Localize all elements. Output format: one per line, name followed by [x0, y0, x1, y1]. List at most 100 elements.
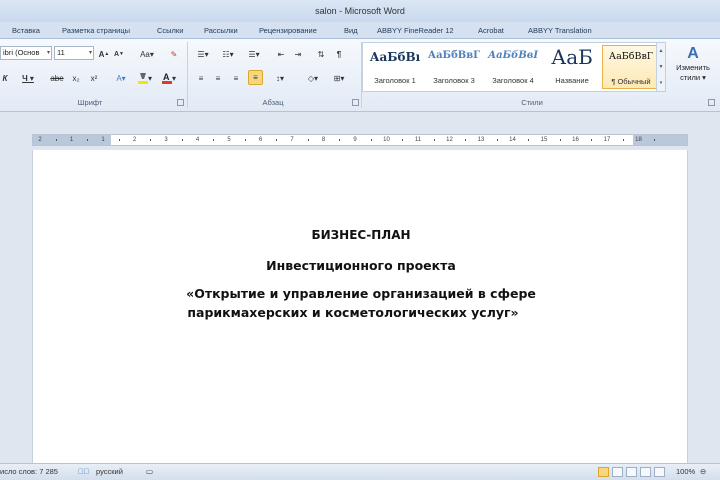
draft-view-button[interactable]: [654, 467, 665, 477]
paragraph-dialog-launcher-icon[interactable]: [352, 99, 359, 106]
styles-group-label: Стили: [521, 98, 543, 107]
text-effects-icon[interactable]: A▾: [113, 71, 129, 85]
font-size-combo[interactable]: 11 ▾: [54, 46, 94, 60]
highlight-swatch: [137, 81, 148, 84]
numbering-icon[interactable]: ☷▾: [218, 47, 238, 61]
style-heading-1[interactable]: АаБбВı Заголовок 1: [366, 45, 424, 89]
clear-formatting-icon[interactable]: ✎: [168, 47, 180, 61]
style-name: Заголовок 3: [433, 76, 475, 85]
outline-view-button[interactable]: [640, 467, 651, 477]
macro-record-icon[interactable]: ▭: [146, 464, 153, 480]
ruler-tick: [465, 139, 467, 141]
increase-indent-icon[interactable]: ⇥: [292, 47, 304, 61]
style-title[interactable]: АаБ Название: [543, 45, 601, 89]
tab-page-layout[interactable]: Разметка страницы: [62, 22, 130, 39]
ruler-tick: [496, 139, 498, 141]
doc-heading: БИЗНЕС-ПЛАН: [311, 228, 411, 242]
style-normal[interactable]: АаБбВвГ ¶ Обычный: [602, 45, 660, 89]
highlight-icon[interactable]: ▾: [136, 71, 154, 85]
gallery-scroll[interactable]: ▲ ▼ ▾: [656, 43, 665, 91]
superscript-button[interactable]: x²: [88, 71, 100, 85]
ruler-number: 12: [446, 137, 453, 143]
bullets-icon[interactable]: ☰▾: [193, 47, 213, 61]
italic-button[interactable]: К: [0, 71, 10, 85]
zoom-level[interactable]: 100%: [676, 464, 695, 480]
ruler-number: 5: [227, 137, 231, 143]
style-sample: АаБбВı: [369, 50, 421, 64]
decrease-indent-icon[interactable]: ⇤: [275, 47, 287, 61]
status-bar: исло слов: 7 285 ✓⃝ русский ▭ 100% ⊖: [0, 463, 720, 480]
sort-icon[interactable]: ⇅: [314, 47, 328, 61]
change-styles-label-1: Изменить: [676, 63, 710, 72]
ruler-number: 2: [38, 137, 42, 143]
style-name: Заголовок 1: [374, 76, 416, 85]
underline-button[interactable]: Ч ▾: [22, 71, 34, 85]
ruler-number: 1: [69, 137, 74, 143]
grow-font-icon[interactable]: A ▲: [98, 47, 110, 61]
shrink-font-icon[interactable]: A ▼: [113, 47, 125, 61]
tab-acrobat[interactable]: Acrobat: [478, 22, 504, 39]
style-sample: АаБбВвI: [487, 50, 539, 61]
align-left-icon[interactable]: ≡: [195, 71, 207, 85]
font-color-swatch: [161, 81, 172, 84]
tab-references[interactable]: Ссылки: [157, 22, 183, 39]
font-group-label: Шрифт: [77, 98, 103, 107]
ruler-tick: [339, 139, 341, 141]
style-sample: АаБ: [551, 45, 593, 69]
strikethrough-button[interactable]: abe: [50, 71, 64, 85]
ruler-tick: [559, 139, 561, 141]
change-case-icon[interactable]: Aa▾: [140, 47, 154, 61]
align-right-icon[interactable]: ≡: [230, 71, 242, 85]
zoom-out-icon[interactable]: ⊖: [700, 464, 706, 480]
print-layout-view-button[interactable]: [598, 467, 609, 477]
tab-abbyy-finereader[interactable]: ABBYY FineReader 12: [377, 22, 454, 39]
borders-icon[interactable]: ⊞▾: [329, 71, 349, 85]
tab-mailings[interactable]: Рассылки: [204, 22, 238, 39]
ruler-number: 11: [414, 137, 422, 143]
chevron-down-icon[interactable]: ▼: [657, 59, 665, 75]
ruler-tick: [276, 139, 278, 141]
word-count[interactable]: исло слов: 7 285: [0, 464, 58, 480]
change-styles-label-2: стили ▾: [680, 73, 706, 82]
font-color-icon[interactable]: A ▾: [160, 71, 178, 85]
more-icon[interactable]: ▾: [657, 75, 665, 91]
proofing-icon[interactable]: ✓⃝: [78, 464, 89, 480]
language-indicator[interactable]: русский: [96, 464, 123, 480]
ruler-number: 6: [258, 137, 263, 143]
font-name-combo[interactable]: ibri (Основ ▾: [0, 46, 52, 60]
show-marks-icon[interactable]: ¶: [333, 47, 345, 61]
doc-project-title-line-1: «Открытие и управление организацией в сф…: [186, 286, 536, 301]
paragraph-group-label: Абзац: [262, 98, 284, 107]
styles-dialog-launcher-icon[interactable]: [708, 99, 715, 106]
ruler-tick: [213, 139, 215, 141]
ruler-tick: [528, 139, 530, 141]
ruler-number: 10: [383, 137, 390, 143]
group-divider: [187, 42, 188, 108]
style-heading-3[interactable]: АаБбВвГ Заголовок 3: [425, 45, 483, 89]
document-page[interactable]: БИЗНЕС-ПЛАН Инвестиционного проекта «Отк…: [32, 150, 688, 463]
tab-review[interactable]: Рецензирование: [259, 22, 317, 39]
subscript-button[interactable]: x₂: [70, 71, 82, 85]
styles-gallery: АаБбВı Заголовок 1 АаБбВвГ Заголовок 3 А…: [362, 42, 666, 92]
font-size-value: 11: [57, 48, 65, 57]
tab-insert[interactable]: Вставка: [12, 22, 40, 39]
justify-icon[interactable]: ≡: [248, 70, 263, 85]
multilevel-list-icon[interactable]: ☰▾: [244, 47, 264, 61]
ruler-number: 14: [509, 137, 516, 143]
title-bar: salon - Microsoft Word: [0, 0, 720, 22]
style-heading-4[interactable]: АаБбВвI Заголовок 4: [484, 45, 542, 89]
full-screen-view-button[interactable]: [612, 467, 623, 477]
chevron-up-icon[interactable]: ▲: [657, 43, 665, 59]
align-center-icon[interactable]: ≡: [212, 71, 224, 85]
ruler-tick: [118, 139, 120, 141]
ruler-tick: [244, 139, 246, 141]
line-spacing-icon[interactable]: ↕▾: [270, 71, 290, 85]
font-dialog-launcher-icon[interactable]: [177, 99, 184, 106]
font-name-value: ibri (Основ: [3, 48, 40, 57]
shading-icon[interactable]: ◇▾: [303, 71, 323, 85]
tab-view[interactable]: Вид: [344, 22, 358, 39]
tab-abbyy-translation[interactable]: ABBYY Translation: [528, 22, 592, 39]
change-styles-button[interactable]: A Изменить стили ▾: [670, 45, 716, 95]
web-layout-view-button[interactable]: [626, 467, 637, 477]
horizontal-ruler[interactable]: 2 1 1 2 3 4 5 6 7 8 9 10 11 12 13 14 15 16 17 18: [32, 134, 688, 146]
